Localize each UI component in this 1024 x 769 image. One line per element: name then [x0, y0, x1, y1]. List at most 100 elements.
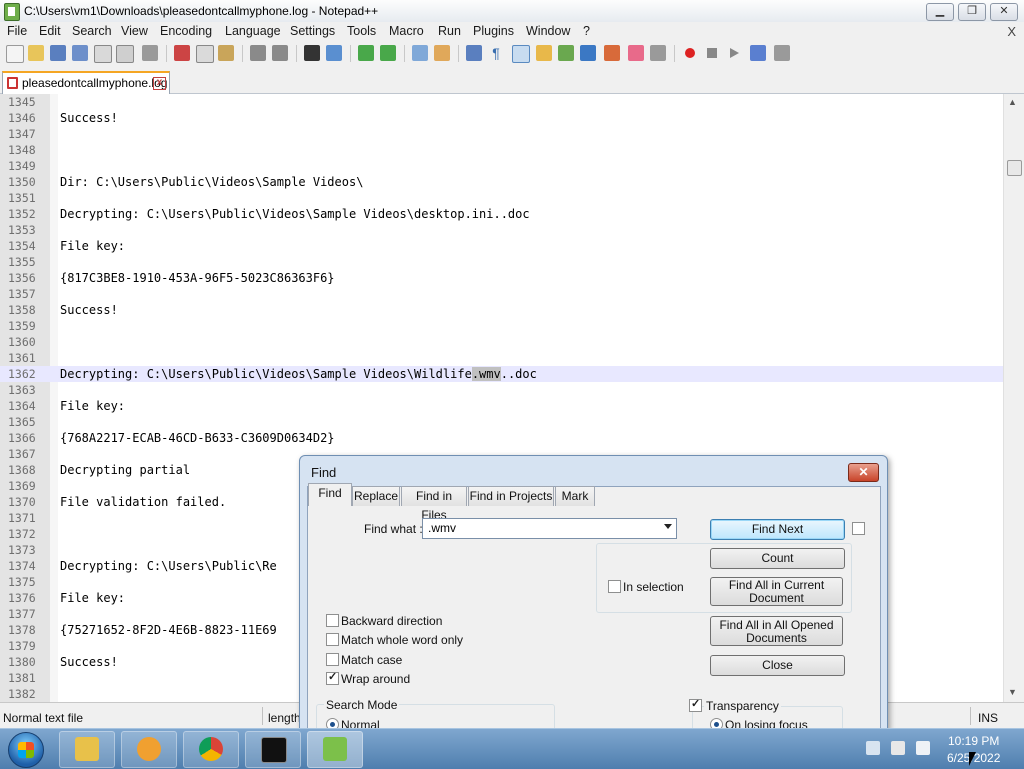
editor-line[interactable]: 1363 — [0, 382, 1003, 398]
chevron-down-icon[interactable] — [664, 524, 672, 529]
transparency-checkbox[interactable] — [689, 697, 702, 712]
menu-run[interactable]: Run — [438, 24, 461, 38]
menu-window[interactable]: Window — [526, 24, 570, 38]
network-icon[interactable] — [866, 741, 880, 755]
maximize-button[interactable]: ❐ — [958, 3, 986, 21]
replace-icon[interactable] — [326, 45, 342, 61]
tab-find-in-files[interactable]: Find in Files — [401, 486, 467, 522]
record-macro-icon[interactable] — [682, 45, 698, 61]
count-button[interactable]: Count — [710, 548, 845, 569]
editor-line[interactable]: 1361 — [0, 350, 1003, 366]
in-selection-checkbox[interactable] — [608, 580, 621, 593]
open-file-icon[interactable] — [28, 45, 44, 61]
scroll-up-arrow-icon[interactable]: ▲ — [1008, 97, 1017, 107]
taskbar-cmd-button[interactable] — [245, 731, 301, 768]
editor-line[interactable]: 1359 — [0, 318, 1003, 334]
wrap-around-checkbox[interactable] — [326, 670, 339, 685]
menu-search[interactable]: Search — [72, 24, 112, 38]
editor-line[interactable]: 1356 {817C3BE8-1910-453A-96F5-5023C86363F… — [0, 270, 1003, 286]
find-what-input[interactable]: .wmv — [422, 518, 677, 539]
tab-mark[interactable]: Mark — [555, 486, 595, 506]
close-window-button[interactable]: ✕ — [990, 3, 1018, 21]
copy-icon[interactable] — [196, 45, 214, 63]
find-all-current-document-button[interactable]: Find All in Current Document — [710, 577, 843, 606]
run-macro-multiple-icon[interactable] — [750, 45, 766, 61]
menu-view[interactable]: View — [121, 24, 148, 38]
find-next-button[interactable]: Find Next — [710, 519, 845, 540]
editor-line[interactable]: 1345 — [0, 94, 1003, 110]
doc-map-icon[interactable] — [536, 45, 552, 61]
taskbar-notepadpp-button[interactable] — [307, 731, 363, 768]
tab-find-in-projects[interactable]: Find in Projects — [468, 486, 554, 506]
line-text[interactable]: File key: — [60, 398, 125, 414]
line-text[interactable]: File validation failed. — [60, 494, 226, 510]
line-text[interactable]: Success! — [60, 302, 118, 318]
menu-encoding[interactable]: Encoding — [160, 24, 212, 38]
line-text[interactable]: Decrypting partial — [60, 462, 190, 478]
zoom-in-icon[interactable] — [358, 45, 374, 61]
backward-direction-checkbox[interactable] — [326, 614, 339, 627]
sync-vertical-icon[interactable] — [412, 45, 428, 61]
tab-close-icon[interactable]: x — [153, 77, 166, 90]
editor-line[interactable]: 1353 — [0, 222, 1003, 238]
view-icon[interactable] — [650, 45, 666, 61]
line-text[interactable]: Success! — [60, 110, 118, 126]
match-case-checkbox[interactable] — [326, 653, 339, 666]
tab-replace[interactable]: Replace — [352, 486, 400, 506]
tab-pleasedontcallmyphone-log[interactable]: pleasedontcallmyphone.log x — [2, 71, 170, 94]
line-text[interactable]: Decrypting: C:\Users\Public\Re — [60, 558, 277, 574]
tab-find[interactable]: Find — [308, 483, 352, 506]
play-macro-icon[interactable] — [726, 45, 742, 61]
show-all-chars-icon[interactable]: ¶ — [488, 45, 504, 61]
editor-line[interactable]: 1350 Dir: C:\Users\Public\Videos\Sample V… — [0, 174, 1003, 190]
function-list-icon[interactable] — [558, 45, 574, 61]
line-text[interactable]: Dir: C:\Users\Public\Videos\Sample Video… — [60, 174, 363, 190]
line-text[interactable]: Decrypting: C:\Users\Public\Videos\Sampl… — [60, 206, 530, 222]
stop-macro-icon[interactable] — [704, 45, 720, 61]
menu-settings[interactable]: Settings — [290, 24, 335, 38]
line-text[interactable]: Success! — [60, 654, 118, 670]
word-wrap-icon[interactable] — [466, 45, 482, 61]
menu-edit[interactable]: Edit — [39, 24, 61, 38]
line-text[interactable]: Decrypting: C:\Users\Public\Videos\Sampl… — [60, 366, 537, 382]
start-button[interactable] — [8, 732, 44, 768]
line-text[interactable]: {768A2217-ECAB-46CD-B633-C3609D0634D2} — [60, 430, 335, 446]
menu-file[interactable]: File — [7, 24, 27, 38]
taskbar-explorer-button[interactable] — [59, 731, 115, 768]
editor-line[interactable]: 1348 — [0, 142, 1003, 158]
notepadpp-app-icon[interactable] — [4, 3, 20, 21]
undo-icon[interactable] — [250, 45, 266, 61]
zoom-out-icon[interactable] — [380, 45, 396, 61]
editor-line[interactable]: 1364 File key: — [0, 398, 1003, 414]
line-text[interactable]: {75271652-8F2D-4E6B-8823-11E69 — [60, 622, 277, 638]
match-whole-word-checkbox[interactable] — [326, 633, 339, 646]
find-all-opened-documents-button[interactable]: Find All in All Opened Documents — [710, 616, 843, 646]
print-icon[interactable] — [142, 45, 158, 61]
menu-tools[interactable]: Tools — [347, 24, 376, 38]
close-file-icon[interactable] — [94, 45, 112, 63]
editor-line[interactable]: 1366 {768A2217-ECAB-46CD-B633-C3609D0634D… — [0, 430, 1003, 446]
scroll-down-arrow-icon[interactable]: ▼ — [1008, 687, 1017, 697]
editor-line[interactable]: 1346 Success! — [0, 110, 1003, 126]
line-text[interactable]: File key: — [60, 590, 125, 606]
project-panel-icon[interactable] — [628, 45, 644, 61]
editor-line[interactable]: 1354 File key: — [0, 238, 1003, 254]
indent-guide-icon[interactable] — [512, 45, 530, 63]
menu-plugins[interactable]: Plugins — [473, 24, 514, 38]
scroll-thumb[interactable] — [1007, 160, 1022, 176]
close-button[interactable]: Close — [710, 655, 845, 676]
save-icon[interactable] — [50, 45, 66, 61]
clock-time[interactable]: 10:19 PM — [948, 734, 999, 748]
editor-line[interactable]: 1360 — [0, 334, 1003, 350]
editor-line[interactable]: 1357 — [0, 286, 1003, 302]
redo-icon[interactable] — [272, 45, 288, 61]
find-what-value[interactable]: .wmv — [428, 521, 456, 535]
save-all-icon[interactable] — [72, 45, 88, 61]
editor-line[interactable]: 1349 — [0, 158, 1003, 174]
find-icon[interactable] — [304, 45, 320, 61]
sync-horizontal-icon[interactable] — [434, 45, 450, 61]
editor-line[interactable]: 1351 — [0, 190, 1003, 206]
editor-line[interactable]: 1358 Success! — [0, 302, 1003, 318]
taskbar-chrome-button[interactable] — [183, 731, 239, 768]
editor-line[interactable]: 1352 Decrypting: C:\Users\Public\Videos\S… — [0, 206, 1003, 222]
